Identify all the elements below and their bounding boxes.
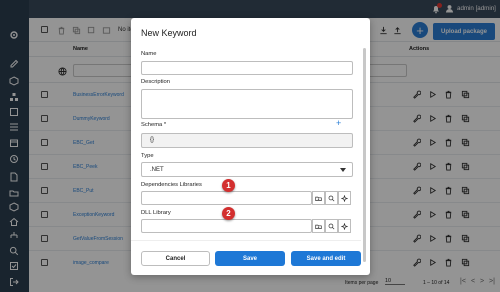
description-label: Description <box>141 79 170 85</box>
dependencies-label: Dependencies Libraries <box>141 182 202 188</box>
type-select-value: .NET <box>150 167 164 173</box>
schema-label: Schema * <box>141 122 167 128</box>
search-icon[interactable] <box>325 191 338 205</box>
description-textarea[interactable] <box>141 89 353 119</box>
dialog-title: New Keyword <box>141 28 197 38</box>
schema-value: {} <box>150 137 155 143</box>
new-keyword-dialog: New Keyword Name Description Schema * + … <box>131 18 370 275</box>
dependencies-input[interactable] <box>141 191 312 205</box>
name-input[interactable] <box>141 61 353 75</box>
name-label: Name <box>141 51 157 57</box>
folder-icon[interactable] <box>312 219 325 233</box>
magic-icon[interactable] <box>338 191 351 205</box>
folder-icon[interactable] <box>312 191 325 205</box>
search-icon[interactable] <box>325 219 338 233</box>
add-schema-icon[interactable]: + <box>336 119 341 128</box>
type-label: Type <box>141 153 154 159</box>
magic-icon[interactable] <box>338 219 351 233</box>
dll-library-input[interactable] <box>141 219 312 233</box>
annotation-badge-2: 2 <box>222 207 235 220</box>
save-button[interactable]: Save <box>215 251 285 266</box>
dll-library-label: DLL Library <box>141 210 171 216</box>
schema-field[interactable]: {} <box>141 133 353 148</box>
save-and-edit-button[interactable]: Save and edit <box>291 251 361 266</box>
annotation-badge-1: 1 <box>222 179 235 192</box>
cancel-button[interactable]: Cancel <box>141 251 210 266</box>
type-select[interactable]: .NET <box>141 162 353 177</box>
dialog-scrollbar[interactable] <box>363 48 366 262</box>
dialog-footer-divider <box>131 240 361 241</box>
dropdown-caret-icon <box>340 168 346 172</box>
required-asterisk: * <box>163 122 167 128</box>
